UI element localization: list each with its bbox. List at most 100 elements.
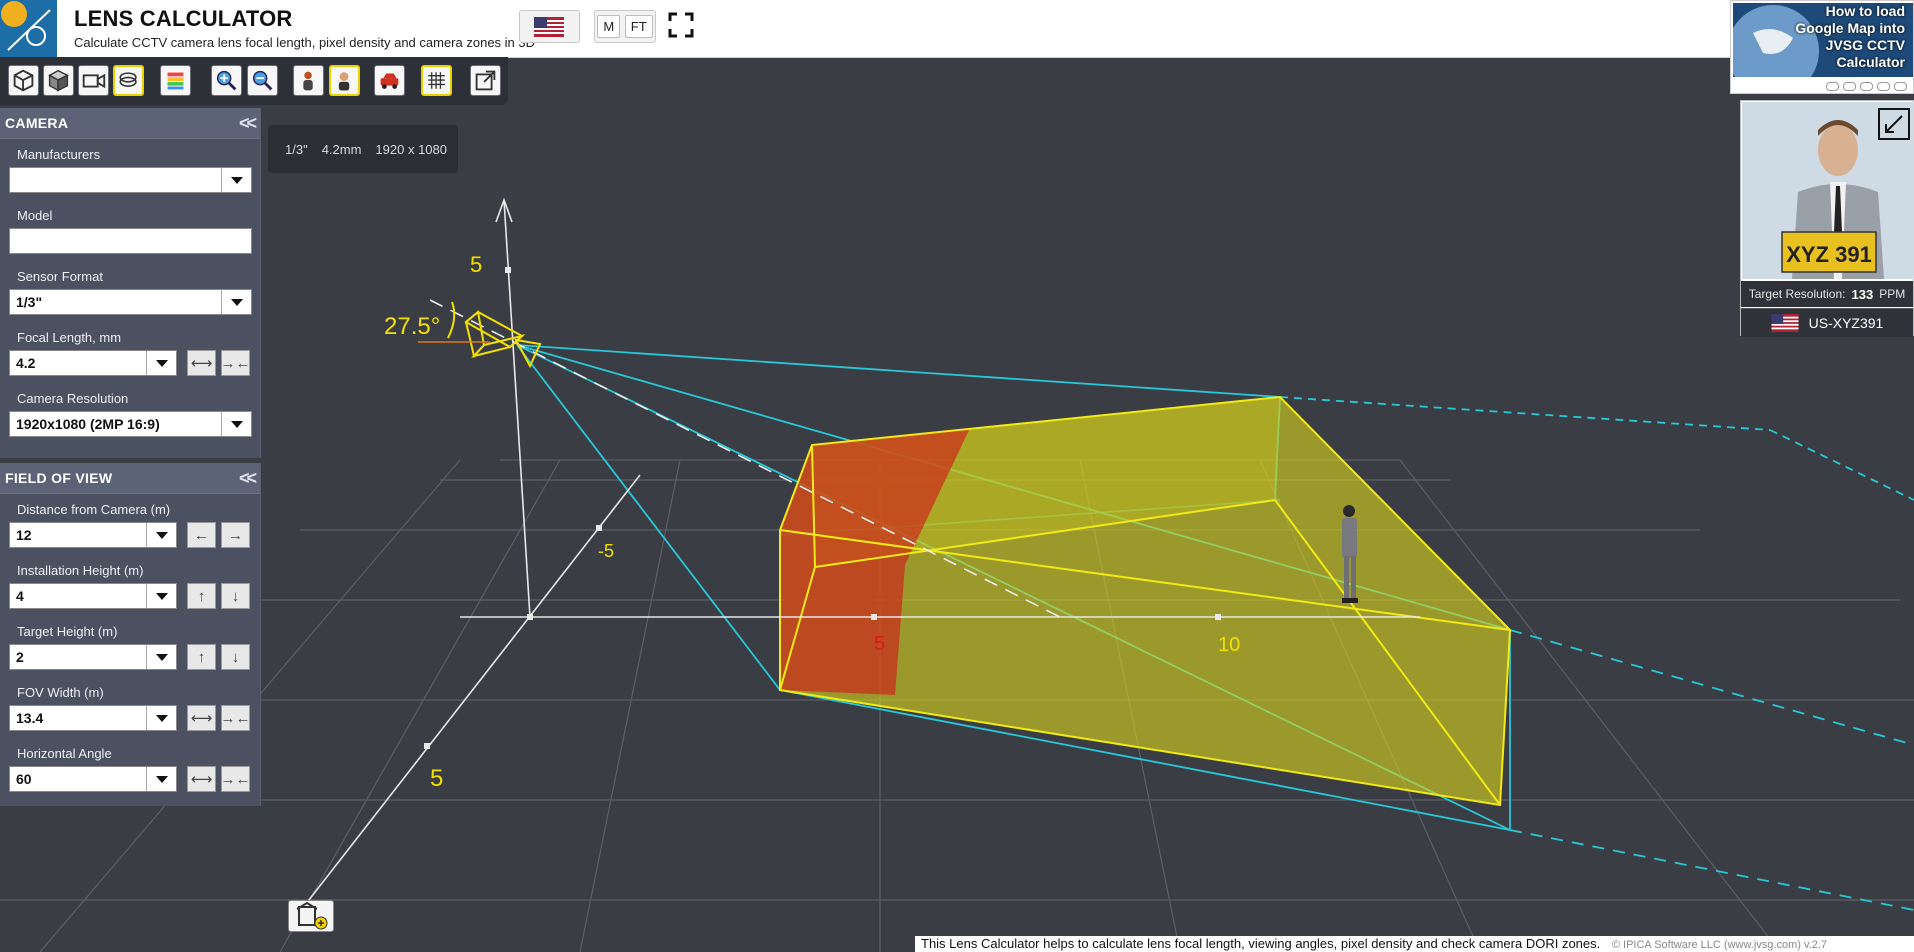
chevron-down-icon[interactable] [146, 767, 176, 791]
focal-length-value: 4.2 [16, 355, 36, 371]
depth-axis-label-pos: 5 [430, 765, 443, 792]
sensor-format-field: Sensor Format 1/3" [0, 261, 260, 322]
chevron-down-icon[interactable] [146, 645, 176, 669]
camera-resolution-select[interactable]: 1920x1080 (2MP 16:9) [9, 411, 252, 437]
model-input[interactable] [9, 228, 252, 254]
arrow-left-icon[interactable]: ← [187, 522, 216, 548]
focal-length-select[interactable]: 4.2 [9, 350, 177, 376]
widen-icon[interactable]: ⟷ [187, 766, 216, 792]
depth-axis-label-neg: -5 [598, 541, 614, 561]
target-preview-card: XYZ 391 Target Resolution: 133 PPM US-XY… [1740, 100, 1914, 337]
arrow-up-icon[interactable]: ↑ [187, 644, 216, 670]
narrow-icon[interactable]: →← [221, 766, 251, 792]
car-icon[interactable] [374, 65, 405, 96]
install-height-select[interactable]: 4 [9, 583, 177, 609]
sensor-format-label: Sensor Format [17, 269, 103, 284]
fov-panel-title: FIELD OF VIEW [5, 470, 113, 486]
lens-calculator-logo[interactable] [0, 0, 57, 57]
manufacturers-field: Manufacturers [0, 139, 260, 200]
info-sensor: 1/3" [285, 141, 308, 157]
vertical-axis-label: 5 [470, 252, 482, 277]
arrow-down-icon[interactable]: ↓ [221, 583, 250, 609]
zoom-out-icon[interactable] [247, 65, 278, 96]
arrow-down-icon[interactable]: ↓ [221, 644, 250, 670]
fov-width-select[interactable]: 13.4 [9, 705, 177, 731]
model-field: Model [0, 200, 260, 261]
camera-model[interactable] [464, 310, 542, 369]
axis-label-10: 10 [1218, 634, 1240, 656]
chevron-down-icon[interactable] [146, 351, 176, 375]
cube-solid-icon[interactable] [43, 65, 74, 96]
focal-length-field: Focal Length, mm 4.2 ⟷ →← [0, 322, 260, 383]
narrow-icon[interactable]: →← [221, 705, 251, 731]
target-height-value: 2 [16, 649, 24, 665]
fov-panel-header[interactable]: FIELD OF VIEW << [0, 463, 260, 494]
footer-text: This Lens Calculator helps to calculate … [921, 936, 1601, 951]
distance-select[interactable]: 12 [9, 522, 177, 548]
sensor-format-select[interactable]: 1/3" [9, 289, 252, 315]
help-video-card[interactable]: How to load Google Map into JVSG CCTV Ca… [1727, 0, 1914, 97]
license-plate-row[interactable]: US-XYZ391 [1741, 308, 1913, 337]
sensor-format-value: 1/3" [16, 294, 43, 310]
app-header: LENS CALCULATOR Calculate CCTV camera le… [0, 0, 1914, 58]
chevron-down-icon[interactable] [146, 706, 176, 730]
carousel-dots[interactable] [1826, 82, 1907, 91]
target-resolution-label: Target Resolution: [1748, 287, 1846, 301]
person-face-icon[interactable] [329, 65, 360, 96]
target-resolution-unit: PPM [1879, 287, 1906, 301]
footer-copyright[interactable]: © IPICA Software LLC (www.jvsg.com) v.2.… [1612, 939, 1827, 951]
distance-field: Distance from Camera (m) 12 ← → [0, 494, 260, 555]
manufacturers-select[interactable] [9, 167, 252, 193]
chevron-down-icon[interactable] [146, 584, 176, 608]
horizontal-angle-select[interactable]: 60 [9, 766, 177, 792]
camera-resolution-field: Camera Resolution 1920x1080 (2MP 16:9) [0, 383, 260, 444]
arrow-up-icon[interactable]: ↑ [187, 583, 216, 609]
unit-meters-button[interactable]: M [597, 15, 621, 38]
collapse-icon[interactable]: << [239, 113, 257, 134]
chevron-down-icon[interactable] [146, 523, 176, 547]
zoom-in-icon[interactable] [211, 65, 242, 96]
target-height-label: Target Height (m) [17, 624, 118, 639]
fov-width-value: 13.4 [16, 710, 44, 726]
cube-outline-icon[interactable] [8, 65, 39, 96]
camera-resolution-value: 1920x1080 (2MP 16:9) [16, 416, 160, 432]
camera-view-icon[interactable] [78, 65, 109, 96]
unit-feet-button[interactable]: FT [624, 15, 653, 38]
share-icon[interactable] [470, 65, 501, 96]
info-resolution: 1920 x 1080 [375, 141, 447, 157]
focal-length-label: Focal Length, mm [17, 330, 122, 345]
plate-image-text: XYZ 391 [1786, 242, 1872, 267]
app-title: LENS CALCULATOR [74, 6, 293, 31]
horizontal-angle-value: 60 [16, 771, 32, 787]
camera-info-bar: 1/3" 4.2mm 1920 x 1080 [268, 125, 458, 173]
collapse-icon[interactable]: << [239, 468, 257, 489]
person-icon[interactable] [293, 65, 324, 96]
info-focal: 4.2mm [321, 141, 362, 157]
arrow-right-icon[interactable]: → [221, 522, 250, 548]
tilt-angle-label: 27.5° [384, 313, 440, 340]
chevron-down-icon[interactable] [221, 290, 251, 314]
expand-icon[interactable] [1878, 108, 1910, 140]
model-label: Model [17, 208, 53, 223]
horizontal-angle-field: Horizontal Angle 60 ⟷ →← [0, 738, 260, 799]
distance-value: 12 [16, 527, 32, 543]
view-toolbar [0, 57, 508, 105]
chevron-down-icon[interactable] [221, 168, 251, 192]
footer-bar: This Lens Calculator helps to calculate … [915, 936, 1914, 952]
widen-icon[interactable]: ⟷ [187, 350, 216, 376]
add-building-icon[interactable] [288, 900, 334, 932]
chevron-down-icon[interactable] [221, 412, 251, 436]
horizontal-angle-label: Horizontal Angle [17, 746, 112, 761]
color-zones-icon[interactable] [160, 65, 191, 96]
country-flag-button[interactable] [519, 10, 580, 43]
camera-panel-header[interactable]: CAMERA << [0, 108, 260, 139]
narrow-icon[interactable]: →← [221, 350, 251, 376]
layers-icon[interactable] [113, 65, 144, 96]
us-flag-icon [534, 17, 564, 37]
fullscreen-icon[interactable] [668, 12, 694, 40]
widen-icon[interactable]: ⟷ [187, 705, 216, 731]
install-height-value: 4 [16, 588, 24, 604]
app-subtitle: Calculate CCTV camera lens focal length,… [74, 35, 536, 50]
target-height-select[interactable]: 2 [9, 644, 177, 670]
grid-icon[interactable] [421, 65, 452, 96]
